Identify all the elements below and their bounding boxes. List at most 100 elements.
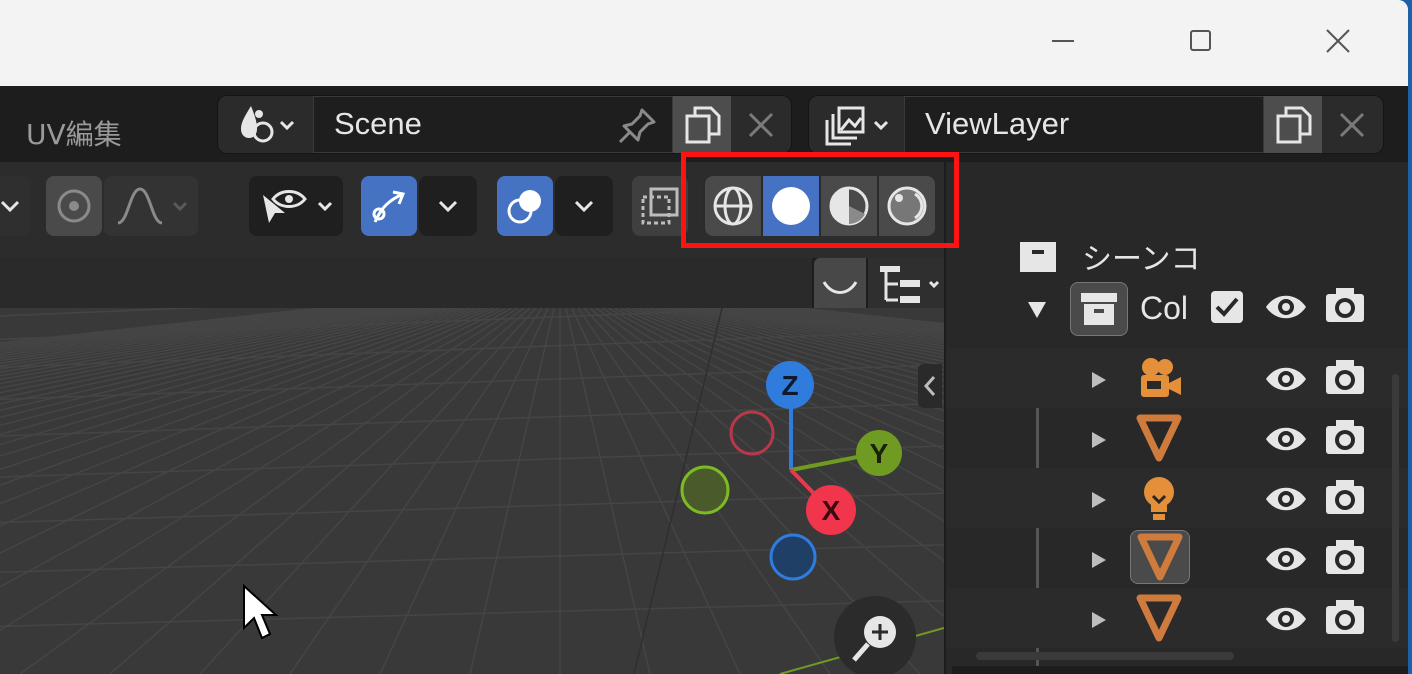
camera-render-icon[interactable] bbox=[1324, 358, 1366, 396]
snap-curve-icon bbox=[822, 281, 858, 294]
mesh-icon bbox=[1136, 594, 1182, 642]
collection-box-icon bbox=[1081, 293, 1117, 325]
outliner-object-row[interactable] bbox=[946, 468, 1408, 528]
camera-render-icon[interactable] bbox=[1324, 286, 1366, 324]
render-layers-icon bbox=[825, 106, 889, 145]
scene-name-field[interactable]: Scene bbox=[313, 96, 673, 153]
disclosure-right-icon[interactable] bbox=[1090, 430, 1108, 450]
gizmo-x-label: X bbox=[822, 495, 841, 526]
falloff-dropdown[interactable] bbox=[104, 176, 198, 236]
zoom-button[interactable] bbox=[834, 596, 916, 674]
viewlayer-name: ViewLayer bbox=[925, 106, 1070, 141]
eye-icon[interactable] bbox=[1264, 422, 1308, 456]
eye-icon[interactable] bbox=[1264, 362, 1308, 396]
shading-highlight-box bbox=[681, 152, 959, 248]
outliner-object-row[interactable] bbox=[946, 408, 1408, 468]
viewlayer-selector: ViewLayer bbox=[808, 95, 1384, 154]
mode-dropdown[interactable] bbox=[0, 176, 30, 236]
xray-toggle[interactable] bbox=[632, 176, 688, 236]
eye-icon[interactable] bbox=[1264, 542, 1308, 576]
duplicate-scene-button[interactable] bbox=[673, 96, 731, 153]
camera-render-icon[interactable] bbox=[1324, 598, 1366, 636]
blender-app: UV編集 Scene ViewLayer Z Y X シーンコ Col bbox=[0, 86, 1408, 674]
scene-collection-label: シーンコ bbox=[1082, 242, 1201, 277]
object-type-icon bbox=[1130, 472, 1188, 524]
camera-render-icon[interactable] bbox=[1324, 418, 1366, 456]
navigation-gizmo[interactable]: Z Y X bbox=[670, 356, 920, 606]
pin-icon[interactable] bbox=[616, 106, 660, 146]
object-type-icon bbox=[1130, 412, 1188, 464]
minimize-icon bbox=[1052, 40, 1074, 42]
camera-render-icon[interactable] bbox=[1324, 478, 1366, 516]
chevron-down-icon bbox=[574, 200, 594, 213]
outliner-collection-row[interactable]: Col bbox=[946, 280, 1408, 340]
checkbox-checked-icon[interactable] bbox=[1210, 290, 1244, 324]
maximize-button[interactable] bbox=[1171, 10, 1231, 72]
camera-render-icon[interactable] bbox=[1324, 538, 1366, 576]
overlays-icon bbox=[507, 190, 541, 224]
gizmo-dropdown[interactable] bbox=[419, 176, 477, 236]
collection-icon-box bbox=[1070, 282, 1128, 336]
eye-icon[interactable] bbox=[1264, 482, 1308, 516]
close-window-button[interactable] bbox=[1308, 10, 1368, 72]
viewlayer-name-field[interactable]: ViewLayer bbox=[904, 96, 1264, 153]
duplicate-viewlayer-button[interactable] bbox=[1264, 96, 1322, 153]
object-type-icon bbox=[1130, 352, 1188, 404]
minimize-button[interactable] bbox=[1034, 10, 1094, 72]
disclosure-right-icon[interactable] bbox=[1090, 550, 1108, 570]
outliner-tree-icon bbox=[880, 266, 940, 303]
viewlayer-type-dropdown[interactable] bbox=[809, 96, 901, 153]
outliner-object-row[interactable] bbox=[946, 348, 1408, 408]
outliner-panel: シーンコ Col bbox=[946, 162, 1408, 674]
object-type-icon bbox=[1130, 530, 1190, 584]
delete-viewlayer-button[interactable] bbox=[1324, 96, 1380, 153]
maximize-icon bbox=[1190, 30, 1211, 51]
chevron-down-icon bbox=[438, 200, 458, 213]
eye-icon[interactable] bbox=[1264, 290, 1308, 324]
overlays-toggle[interactable] bbox=[497, 176, 553, 236]
sidebar-toggle-arrow[interactable] bbox=[918, 364, 942, 408]
title-bar bbox=[0, 0, 1408, 86]
mouse-cursor-icon bbox=[243, 584, 279, 640]
outliner-view-toggle[interactable] bbox=[868, 258, 944, 314]
outliner-scene-row[interactable]: シーンコ bbox=[946, 238, 1408, 277]
eye-icon[interactable] bbox=[1264, 602, 1308, 636]
snap-toggle[interactable] bbox=[814, 258, 866, 314]
duplicate-icon bbox=[1276, 106, 1312, 143]
gizmo-toggle[interactable] bbox=[361, 176, 417, 236]
gizmo-z-label: Z bbox=[781, 370, 798, 401]
chevron-down-icon bbox=[0, 200, 20, 213]
scene-type-dropdown[interactable] bbox=[218, 96, 310, 153]
uv-editor-header-strip bbox=[0, 258, 812, 310]
outliner-horizontal-scrollbar[interactable] bbox=[976, 652, 1234, 660]
disclosure-down-icon[interactable] bbox=[1026, 300, 1048, 320]
close-icon bbox=[748, 112, 774, 137]
gizmo-icon bbox=[372, 190, 406, 223]
proportional-editing-toggle[interactable] bbox=[46, 176, 102, 236]
scene-name: Scene bbox=[334, 106, 422, 141]
xray-icon bbox=[641, 187, 679, 225]
zoom-icon bbox=[852, 616, 896, 662]
close-icon bbox=[1326, 29, 1350, 53]
delete-scene-button[interactable] bbox=[733, 96, 789, 153]
mesh-icon bbox=[1136, 414, 1182, 462]
close-icon bbox=[1339, 112, 1365, 137]
object-visibility-dropdown[interactable] bbox=[249, 176, 343, 236]
gizmo-neg-y-circle bbox=[680, 465, 730, 515]
object-type-icon bbox=[1130, 592, 1188, 644]
proportional-edit-icon bbox=[57, 189, 91, 223]
light-icon bbox=[1144, 477, 1174, 520]
outliner-scrollbar[interactable] bbox=[1392, 374, 1399, 642]
overlays-dropdown[interactable] bbox=[555, 176, 613, 236]
falloff-curve-icon bbox=[117, 187, 188, 225]
gizmo-neg-z-circle bbox=[769, 533, 817, 581]
outliner-object-row[interactable] bbox=[946, 528, 1408, 588]
disclosure-right-icon[interactable] bbox=[1090, 490, 1108, 510]
gizmo-neg-x-circle bbox=[729, 410, 775, 456]
outliner-object-row[interactable] bbox=[946, 588, 1408, 648]
camera-icon bbox=[1141, 358, 1181, 397]
disclosure-right-icon[interactable] bbox=[1090, 610, 1108, 630]
workspace-tab-uv-editing[interactable]: UV編集 bbox=[26, 113, 122, 153]
scene-collection-icon bbox=[1020, 242, 1056, 272]
disclosure-right-icon[interactable] bbox=[1090, 370, 1108, 390]
